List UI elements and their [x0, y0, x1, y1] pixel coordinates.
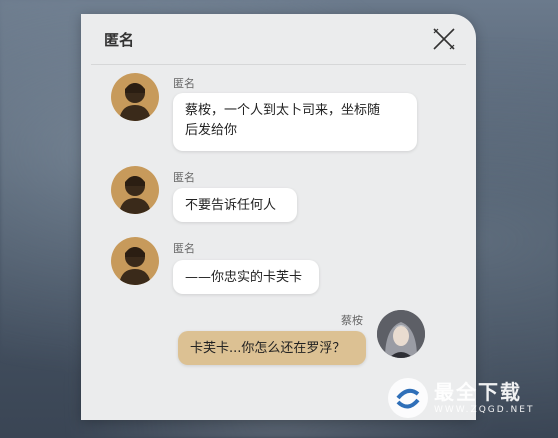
- anonymous-avatar: [111, 73, 159, 121]
- message-text: 不要告诉任何人: [185, 198, 277, 213]
- message-sender: 蔡桉: [341, 314, 363, 327]
- message-text: 蔡桉，一个人到太卜司来，坐标随: [185, 103, 381, 118]
- watermark-logo-icon: [388, 378, 428, 418]
- message-bubble: ——你忠实的卡芙卡: [173, 260, 319, 294]
- message-bubble-self: 卡芙卡...你怎么还在罗浮？: [178, 331, 366, 365]
- user-avatar: [377, 310, 425, 358]
- character-portrait-icon: [377, 310, 425, 358]
- silhouette-icon: [119, 247, 151, 285]
- watermark-sub-text: WWW.ZQGD.NET: [434, 405, 535, 415]
- silhouette-icon: [119, 176, 151, 214]
- message-sender: 匿名: [173, 242, 195, 255]
- close-x-icon: [433, 28, 455, 50]
- dialog-header: 匿名: [81, 14, 476, 64]
- anonymous-avatar: [111, 237, 159, 285]
- message-text: 后发给你: [185, 123, 238, 138]
- message-text: 卡芙卡...你怎么还在罗浮？: [190, 341, 346, 356]
- message-sender: 匿名: [173, 77, 195, 90]
- chat-dialog: 匿名 匿名 蔡桉，一个人到太卜司来，坐标随 后发给你 匿名 不要告诉任何人 匿名…: [81, 14, 476, 420]
- watermark-main-text: 最全下载: [434, 380, 522, 404]
- watermark-text: 最全下载 WWW.ZQGD.NET: [434, 380, 534, 416]
- anonymous-avatar: [111, 166, 159, 214]
- message-bubble: 蔡桉，一个人到太卜司来，坐标随 后发给你: [173, 93, 417, 151]
- close-button[interactable]: [430, 25, 458, 53]
- header-divider: [91, 64, 466, 65]
- silhouette-icon: [119, 83, 151, 121]
- message-text: ——你忠实的卡芙卡: [185, 270, 303, 285]
- dialog-title: 匿名: [104, 30, 135, 49]
- site-watermark: 最全下载 WWW.ZQGD.NET: [388, 374, 548, 422]
- message-sender: 匿名: [173, 171, 195, 184]
- message-bubble: 不要告诉任何人: [173, 188, 297, 222]
